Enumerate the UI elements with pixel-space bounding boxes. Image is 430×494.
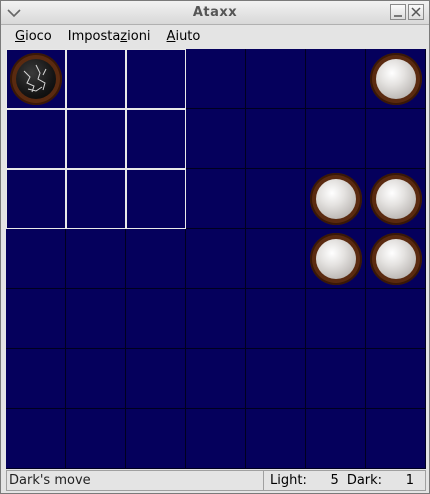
board-cell-r6-c3[interactable]: [186, 409, 246, 469]
board-cell-r5-c1[interactable]: [66, 349, 126, 409]
game-board: [6, 49, 426, 469]
menu-aiuto[interactable]: Aiuto: [159, 29, 209, 44]
board-cell-r5-c3[interactable]: [186, 349, 246, 409]
board-cell-r2-c6[interactable]: [366, 169, 426, 229]
board-cell-r2-c2[interactable]: [126, 169, 186, 229]
light-piece-core: [375, 178, 416, 219]
board-cell-r0-c2[interactable]: [126, 49, 186, 109]
menu-gioco[interactable]: Gioco: [7, 29, 60, 44]
light-piece[interactable]: [369, 172, 422, 225]
board-cell-r0-c1[interactable]: [66, 49, 126, 109]
board-cell-r5-c5[interactable]: [306, 349, 366, 409]
board-cell-r2-c5[interactable]: [306, 169, 366, 229]
board-cell-r1-c4[interactable]: [246, 109, 306, 169]
board-cell-r1-c6[interactable]: [366, 109, 426, 169]
light-piece-core: [315, 178, 356, 219]
light-piece[interactable]: [369, 232, 422, 285]
board-cell-r6-c5[interactable]: [306, 409, 366, 469]
menu-impostazioni[interactable]: Impostazioni: [60, 29, 159, 44]
light-piece[interactable]: [309, 172, 362, 225]
score-panel: Light: 5 Dark: 1: [264, 470, 426, 491]
board-cell-r3-c4[interactable]: [246, 229, 306, 289]
light-piece-core: [375, 238, 416, 279]
board-cell-r4-c5[interactable]: [306, 289, 366, 349]
board-cell-r3-c3[interactable]: [186, 229, 246, 289]
status-message: Dark's move: [6, 470, 264, 491]
window-title: Ataxx: [192, 5, 238, 20]
menu-bar: Gioco Impostazioni Aiuto: [1, 25, 429, 47]
board-cell-r2-c3[interactable]: [186, 169, 246, 229]
board-cell-r1-c2[interactable]: [126, 109, 186, 169]
board-cell-r1-c0[interactable]: [6, 109, 66, 169]
board-cell-r0-c3[interactable]: [186, 49, 246, 109]
board-cell-r5-c6[interactable]: [366, 349, 426, 409]
board-cell-r6-c6[interactable]: [366, 409, 426, 469]
board-cell-r3-c5[interactable]: [306, 229, 366, 289]
dark-piece-core: [15, 58, 56, 99]
light-piece-core: [375, 58, 416, 99]
light-score-label: Light:: [270, 473, 307, 488]
board-cell-r0-c5[interactable]: [306, 49, 366, 109]
board-cell-r4-c6[interactable]: [366, 289, 426, 349]
dark-score-value: 1: [405, 473, 415, 488]
board-cell-r4-c1[interactable]: [66, 289, 126, 349]
dark-piece[interactable]: [9, 52, 62, 105]
light-score-value: 5: [330, 473, 339, 488]
board-cell-r0-c6[interactable]: [366, 49, 426, 109]
board-cell-r2-c4[interactable]: [246, 169, 306, 229]
board-cell-r0-c0[interactable]: [6, 49, 66, 109]
board-cell-r4-c3[interactable]: [186, 289, 246, 349]
board-cell-r1-c3[interactable]: [186, 109, 246, 169]
light-piece[interactable]: [309, 232, 362, 285]
close-button[interactable]: [408, 4, 424, 20]
board-cell-r3-c1[interactable]: [66, 229, 126, 289]
board-cell-r5-c4[interactable]: [246, 349, 306, 409]
board-cell-r3-c2[interactable]: [126, 229, 186, 289]
board-cell-r4-c2[interactable]: [126, 289, 186, 349]
title-bar[interactable]: Ataxx: [1, 1, 429, 25]
board-cell-r3-c6[interactable]: [366, 229, 426, 289]
dark-score-label: Dark:: [346, 473, 383, 488]
board-cell-r6-c0[interactable]: [6, 409, 66, 469]
board-cell-r1-c1[interactable]: [66, 109, 126, 169]
app-window: Ataxx Gioco Impostazioni Aiuto Dark's mo…: [0, 0, 430, 494]
board-cell-r4-c0[interactable]: [6, 289, 66, 349]
board-cell-r6-c1[interactable]: [66, 409, 126, 469]
board-cell-r6-c4[interactable]: [246, 409, 306, 469]
board-cell-r5-c0[interactable]: [6, 349, 66, 409]
board-cell-r1-c5[interactable]: [306, 109, 366, 169]
status-bar: Dark's move Light: 5 Dark: 1: [6, 470, 426, 491]
light-piece[interactable]: [369, 52, 422, 105]
board-cell-r2-c0[interactable]: [6, 169, 66, 229]
board-cell-r2-c1[interactable]: [66, 169, 126, 229]
board-cell-r0-c4[interactable]: [246, 49, 306, 109]
light-piece-core: [315, 238, 356, 279]
board-cell-r5-c2[interactable]: [126, 349, 186, 409]
board-cell-r3-c0[interactable]: [6, 229, 66, 289]
minimize-button[interactable]: [390, 4, 406, 20]
board-cell-r6-c2[interactable]: [126, 409, 186, 469]
board-cell-r4-c4[interactable]: [246, 289, 306, 349]
